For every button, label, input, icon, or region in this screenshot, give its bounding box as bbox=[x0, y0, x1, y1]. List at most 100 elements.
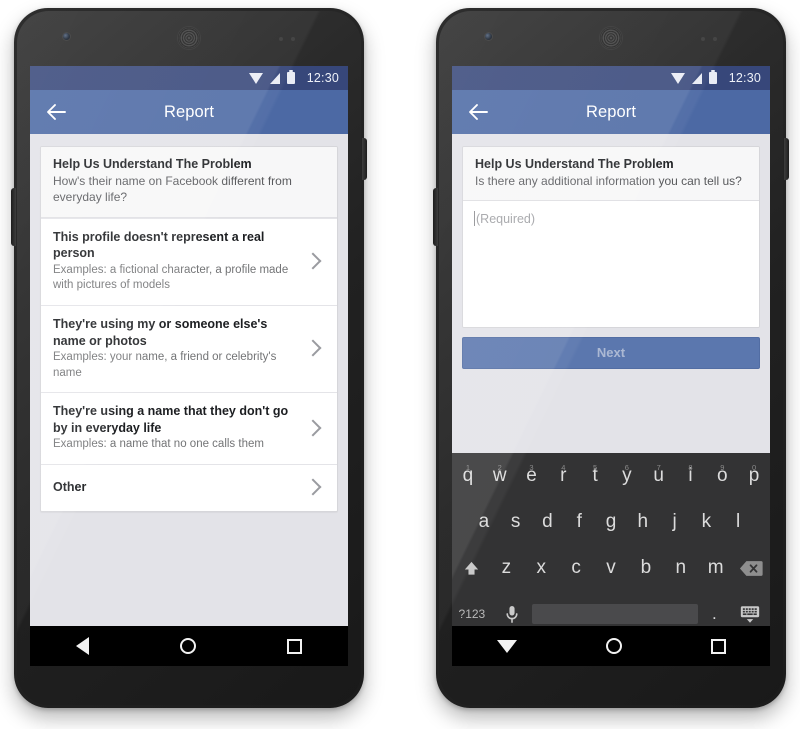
light-sensor-icon bbox=[713, 37, 717, 41]
volume-button[interactable] bbox=[11, 188, 16, 246]
key-label: j bbox=[672, 511, 677, 532]
key-a[interactable]: a bbox=[468, 511, 500, 533]
key-label: h bbox=[637, 511, 649, 532]
spacebar-key[interactable] bbox=[531, 604, 699, 624]
key-k[interactable]: k bbox=[690, 511, 722, 533]
option-row-impersonation[interactable]: They're using my or someone else's name … bbox=[41, 304, 337, 392]
app-bar: Report bbox=[30, 90, 348, 134]
key-hint: 0 bbox=[751, 463, 757, 472]
power-button[interactable] bbox=[362, 138, 367, 180]
key-n[interactable]: n bbox=[663, 557, 698, 579]
key-j[interactable]: j bbox=[659, 511, 691, 533]
chevron-right-icon bbox=[304, 478, 322, 496]
keyboard-row-3: z x c v b n m bbox=[452, 545, 770, 591]
shift-icon[interactable] bbox=[454, 559, 489, 578]
key-label: k bbox=[701, 511, 712, 532]
page-title: Report bbox=[585, 102, 637, 121]
key-e[interactable]: 3e bbox=[516, 463, 548, 487]
keyboard-row-1: 1q 2w 3e 4r 5t 6y 7u 8i 9o 0p bbox=[452, 453, 770, 499]
recents-square-icon[interactable] bbox=[710, 638, 726, 654]
key-hint: 4 bbox=[561, 463, 566, 472]
home-circle-icon[interactable] bbox=[605, 638, 622, 654]
key-label: f bbox=[576, 511, 582, 532]
hide-keyboard-icon[interactable] bbox=[730, 605, 770, 624]
report-details-content: Help Us Understand The Problem Is there … bbox=[452, 146, 770, 626]
key-w[interactable]: 2w bbox=[484, 463, 516, 487]
key-label: b bbox=[640, 557, 652, 578]
phone-left-body: 12:30 Report Help Us Understand The Prob… bbox=[17, 11, 361, 705]
period-key[interactable]: . bbox=[698, 604, 730, 624]
key-label: l bbox=[736, 511, 741, 532]
key-hint: 6 bbox=[624, 463, 629, 472]
android-nav-bar bbox=[30, 626, 348, 666]
key-l[interactable]: l bbox=[722, 511, 754, 533]
microphone-icon[interactable] bbox=[492, 605, 532, 624]
key-q[interactable]: 1q bbox=[452, 463, 484, 487]
details-textarea[interactable]: (Required) bbox=[463, 200, 759, 327]
key-p[interactable]: 0p bbox=[738, 463, 770, 487]
backspace-icon[interactable] bbox=[733, 560, 768, 577]
key-v[interactable]: v bbox=[594, 557, 629, 579]
page-title: Report bbox=[163, 102, 215, 121]
key-label: c bbox=[571, 557, 581, 578]
key-label: v bbox=[606, 557, 616, 578]
additional-info-card: Help Us Understand The Problem Is there … bbox=[462, 146, 760, 328]
option-subtitle: Examples: your name, a friend or celebri… bbox=[53, 351, 277, 379]
status-bar-clock: 12:30 bbox=[728, 71, 761, 85]
back-arrow-icon[interactable] bbox=[46, 102, 66, 122]
help-header-title: Help Us Understand The Problem bbox=[475, 157, 674, 171]
front-camera-icon bbox=[485, 33, 492, 40]
key-g[interactable]: g bbox=[595, 511, 627, 533]
battery-icon bbox=[708, 69, 717, 84]
key-c[interactable]: c bbox=[559, 557, 594, 579]
key-label: a bbox=[478, 511, 490, 532]
report-options-card: Help Us Understand The Problem How's the… bbox=[40, 146, 338, 512]
status-bar: 12:30 bbox=[30, 66, 348, 90]
key-label: s bbox=[510, 511, 521, 532]
help-header-subtitle: How's their name on Facebook different f… bbox=[53, 173, 292, 204]
key-y[interactable]: 6y bbox=[611, 463, 643, 487]
battery-icon bbox=[286, 69, 295, 84]
key-o[interactable]: 9o bbox=[706, 463, 738, 487]
key-f[interactable]: f bbox=[563, 511, 595, 533]
next-button[interactable]: Next bbox=[462, 336, 760, 369]
status-bar: 12:30 bbox=[452, 66, 770, 90]
key-i[interactable]: 8i bbox=[675, 463, 707, 487]
next-button-label: Next bbox=[596, 345, 626, 361]
key-x[interactable]: x bbox=[524, 557, 559, 579]
key-z[interactable]: z bbox=[489, 557, 524, 579]
key-label: ?123 bbox=[458, 607, 486, 621]
power-button[interactable] bbox=[784, 138, 789, 180]
option-row-fake-profile[interactable]: This profile doesn't represent a real pe… bbox=[41, 217, 337, 305]
key-d[interactable]: d bbox=[532, 511, 564, 533]
back-arrow-icon[interactable] bbox=[468, 102, 488, 122]
key-r[interactable]: 4r bbox=[547, 463, 579, 487]
help-header-subtitle: Is there any additional information you … bbox=[475, 173, 742, 188]
key-s[interactable]: s bbox=[500, 511, 532, 533]
keyboard-row-2: a s d f g h j k l bbox=[452, 499, 770, 545]
key-b[interactable]: b bbox=[628, 557, 663, 579]
option-row-other[interactable]: Other bbox=[41, 463, 337, 511]
back-triangle-icon[interactable] bbox=[75, 637, 89, 655]
key-label: g bbox=[605, 511, 617, 532]
symbols-key[interactable]: ?123 bbox=[452, 607, 492, 621]
key-u[interactable]: 7u bbox=[643, 463, 675, 487]
help-header: Help Us Understand The Problem How's the… bbox=[41, 147, 337, 218]
key-label: . bbox=[711, 604, 717, 623]
key-h[interactable]: h bbox=[627, 511, 659, 533]
home-circle-icon[interactable] bbox=[179, 638, 196, 654]
option-subtitle: Examples: a fictional character, a profi… bbox=[53, 264, 289, 292]
details-placeholder: (Required) bbox=[476, 211, 536, 226]
key-t[interactable]: 5t bbox=[579, 463, 611, 487]
back-down-triangle-icon[interactable] bbox=[496, 639, 517, 653]
cellular-signal-icon bbox=[691, 72, 702, 84]
chevron-right-icon bbox=[304, 339, 322, 357]
wifi-icon bbox=[670, 72, 685, 84]
key-m[interactable]: m bbox=[698, 557, 733, 579]
recents-square-icon[interactable] bbox=[287, 638, 303, 654]
light-sensor-icon bbox=[291, 37, 295, 41]
option-row-fake-name[interactable]: They're using a name that they don't go … bbox=[41, 391, 337, 464]
key-hint: 2 bbox=[497, 463, 502, 472]
volume-button[interactable] bbox=[433, 188, 438, 246]
chevron-right-icon bbox=[304, 252, 322, 270]
